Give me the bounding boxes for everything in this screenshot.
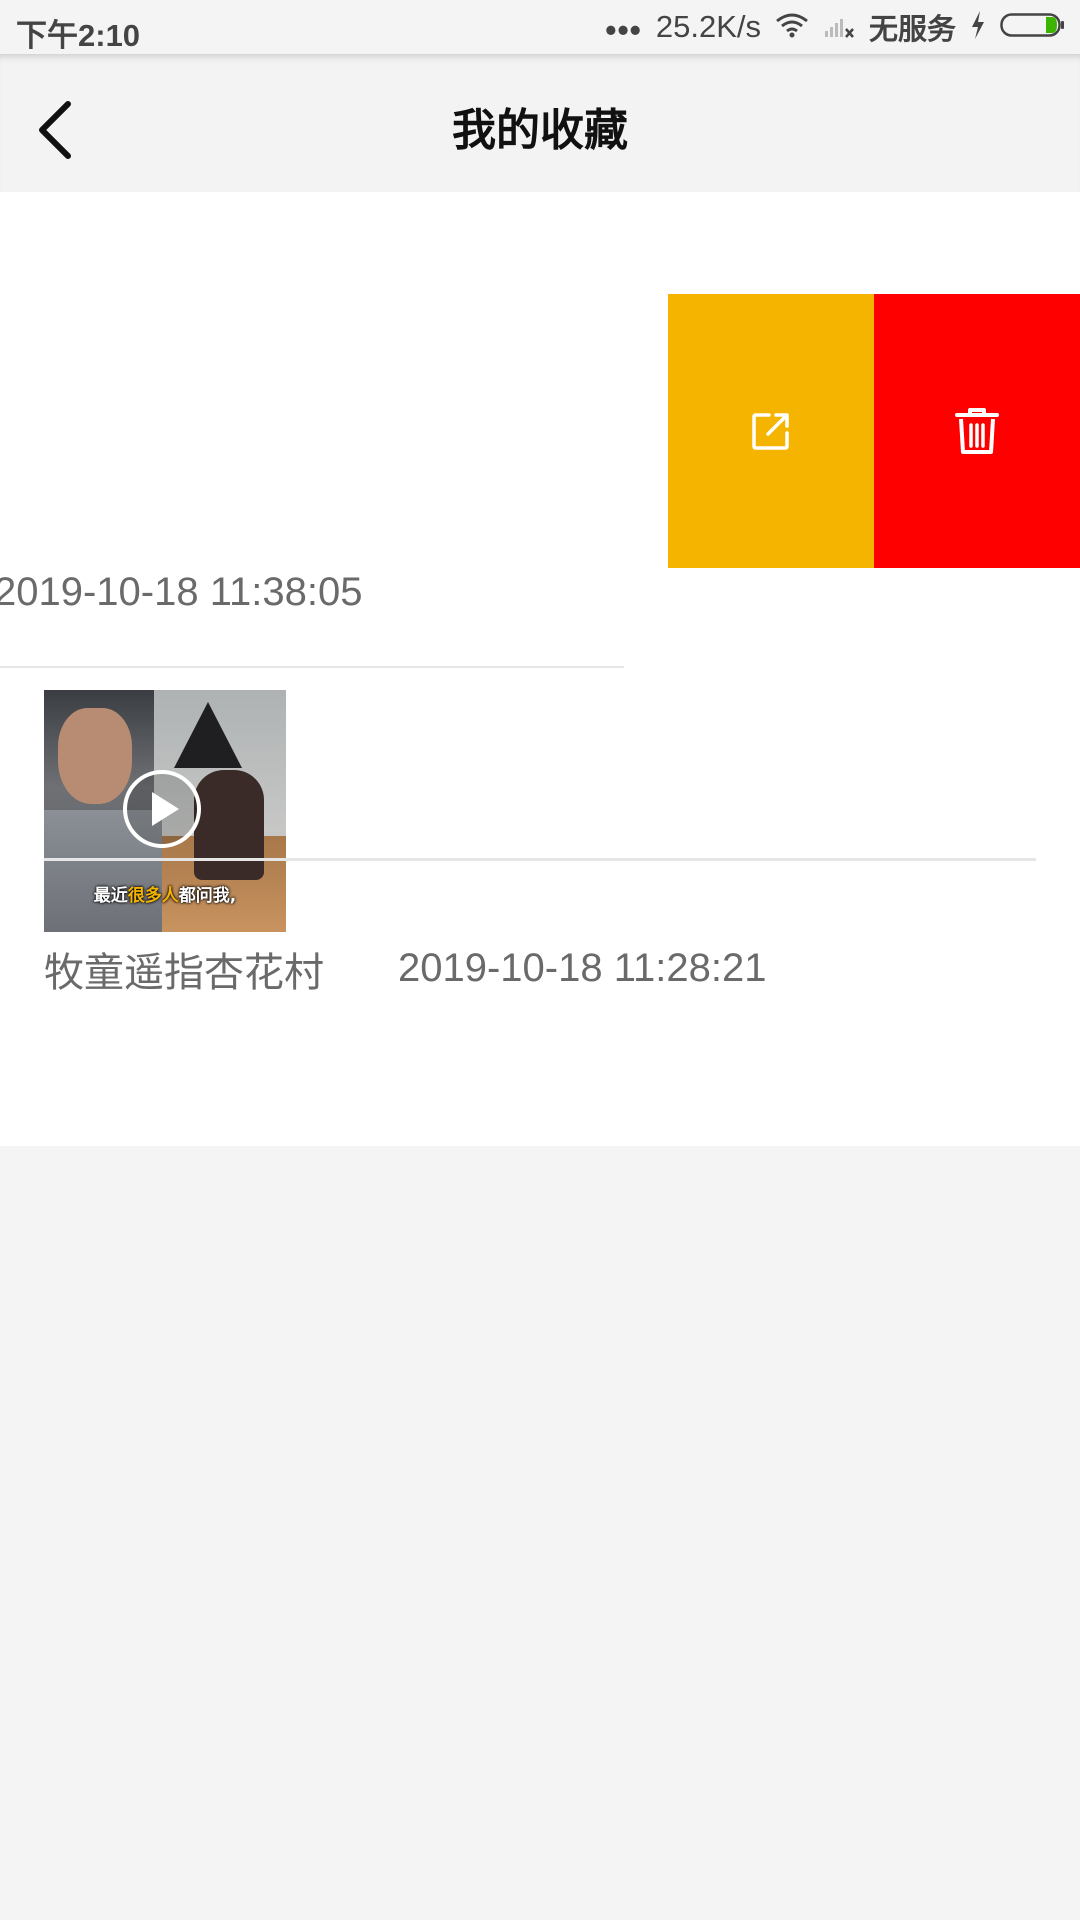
share-action-button[interactable]: [668, 294, 874, 568]
status-right-group: ••• 25.2K/s 无服务: [605, 8, 1066, 46]
page-title: 我的收藏: [452, 105, 628, 156]
item-title: 牧童遥指杏花村: [44, 950, 324, 996]
charging-icon: [970, 10, 986, 45]
divider: [44, 858, 1036, 861]
wifi-icon: [775, 11, 809, 44]
item-date: 2019-10-18 11:28:21: [398, 946, 767, 990]
network-speed: 25.2K/s: [655, 9, 761, 44]
video-caption: 最近很多人都问我,: [93, 886, 237, 906]
app-header: 我的收藏: [0, 54, 1080, 192]
favorites-list: 2019-10-18 11:38:05 最近很多人都问我, 牧童遥指杏花村 20…: [0, 192, 1080, 1146]
battery-icon: [1000, 10, 1066, 45]
signal-icon: [823, 11, 855, 44]
play-icon[interactable]: [121, 768, 203, 850]
trash-icon: [955, 408, 999, 454]
list-item-swiped[interactable]: 2019-10-18 11:38:05: [0, 192, 1080, 668]
carrier-status: 无服务: [868, 14, 956, 46]
more-dots-icon: •••: [605, 12, 642, 48]
share-icon: [752, 413, 789, 450]
list-item[interactable]: 最近很多人都问我, 牧童遥指杏花村 2019-10-18 11:28:21: [0, 668, 1080, 1146]
delete-action-button[interactable]: [874, 294, 1080, 568]
item-date: 2019-10-18 11:38:05: [0, 570, 363, 614]
video-thumbnail[interactable]: 最近很多人都问我,: [44, 690, 286, 932]
status-bar: 下午2:10 ••• 25.2K/s 无服务: [0, 0, 1080, 54]
status-time: 下午2:10: [16, 18, 141, 53]
